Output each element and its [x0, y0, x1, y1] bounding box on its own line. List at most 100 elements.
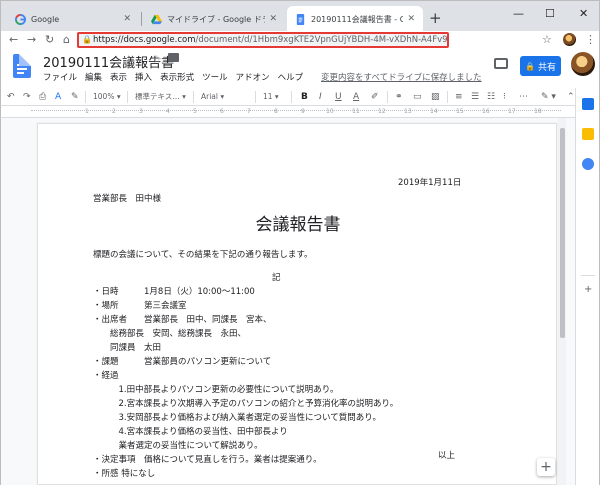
- undo-icon[interactable]: ↶: [7, 88, 15, 106]
- doc-line: 同課員 太田: [93, 343, 162, 353]
- menu-tools[interactable]: ツール: [202, 71, 228, 83]
- comments-icon[interactable]: [494, 58, 508, 69]
- paint-format-icon[interactable]: ✎: [71, 88, 79, 106]
- explore-plus-button[interactable]: +: [537, 458, 555, 476]
- font-select[interactable]: Arial ▾: [201, 90, 224, 104]
- window-close-icon[interactable]: ✕: [579, 7, 588, 20]
- more-icon[interactable]: ⋯: [519, 88, 528, 106]
- highlight-icon[interactable]: ✐: [371, 88, 379, 106]
- comment-add-icon[interactable]: ▭: [413, 88, 422, 106]
- document-workspace: 2019年1月11日 営業部長 田中様 会議報告書 標題の会議について、その結果…: [0, 118, 575, 485]
- lock-icon: 🔒: [82, 35, 92, 44]
- docs-icon: [296, 13, 305, 25]
- tab-google[interactable]: Google ✕: [7, 6, 139, 32]
- ruler-mark: 11: [352, 108, 360, 115]
- tasks-icon[interactable]: [582, 158, 594, 170]
- tab-title: 20190111会議報告書 - Google ド: [311, 14, 404, 24]
- menu-help[interactable]: ヘルプ: [278, 71, 304, 83]
- share-button[interactable]: 🔒 共有: [520, 56, 561, 76]
- ruler-mark: 10: [326, 108, 334, 115]
- menu-addons[interactable]: アドオン: [236, 71, 270, 83]
- docs-logo-icon[interactable]: [13, 54, 31, 78]
- add-addon-icon[interactable]: +: [584, 284, 592, 295]
- redo-icon[interactable]: ↷: [23, 88, 31, 106]
- collapse-icon[interactable]: ⌃: [567, 88, 575, 106]
- ruler-mark: 8: [274, 108, 278, 115]
- document-page[interactable]: 2019年1月11日 営業部長 田中様 会議報告書 標題の会議について、その結果…: [37, 123, 557, 485]
- menu-insert[interactable]: 挿入: [135, 71, 152, 83]
- doc-line: ・所感 特になし: [93, 469, 156, 479]
- menu-view[interactable]: 表示: [110, 71, 127, 83]
- maximize-icon[interactable]: ☐: [545, 7, 555, 20]
- avatar[interactable]: [571, 52, 595, 76]
- zoom-select[interactable]: 100% ▾: [93, 90, 121, 104]
- minimize-icon[interactable]: —: [513, 7, 524, 20]
- menu-format[interactable]: 表示形式: [160, 71, 194, 83]
- drive-icon: [151, 14, 162, 24]
- doc-ki: 記: [272, 273, 281, 283]
- ruler-mark: 16: [482, 108, 490, 115]
- share-label: 共有: [537, 62, 556, 73]
- extension-avatar-icon[interactable]: [563, 33, 576, 46]
- ruler-mark: 12: [378, 108, 386, 115]
- calendar-icon[interactable]: [582, 98, 594, 110]
- back-icon[interactable]: ←: [9, 31, 18, 48]
- font-size-value: 11: [263, 92, 273, 101]
- close-icon[interactable]: ✕: [407, 14, 415, 24]
- ruler-mark: 1: [85, 108, 89, 115]
- menu-file[interactable]: ファイル: [43, 71, 77, 83]
- ruler-mark: 3: [139, 108, 143, 115]
- ruler-mark: 7: [247, 108, 251, 115]
- checklist-icon[interactable]: ☷: [487, 88, 495, 106]
- forward-icon[interactable]: →: [27, 31, 36, 48]
- doc-line: ・決定事項 価格について見直しを行う。業者は提案通り。: [93, 455, 322, 465]
- tab-drive[interactable]: マイドライブ - Google ドライブ ✕: [143, 6, 285, 32]
- line-spacing-icon[interactable]: ☰: [471, 88, 479, 106]
- link-icon[interactable]: ⚭: [395, 88, 403, 106]
- url-host: https://docs.google.com: [93, 35, 196, 45]
- scrollbar-thumb[interactable]: [560, 128, 565, 338]
- new-tab-button[interactable]: +: [429, 9, 442, 27]
- divider: [85, 91, 86, 103]
- keep-icon[interactable]: [582, 128, 594, 140]
- close-icon[interactable]: ✕: [269, 14, 277, 24]
- ruler-mark: 13: [404, 108, 412, 115]
- divider: [255, 91, 256, 103]
- bold-icon[interactable]: B: [301, 92, 308, 102]
- image-icon[interactable]: ▨: [431, 88, 440, 106]
- style-select[interactable]: 標準テキス… ▾: [135, 90, 186, 104]
- doc-intro: 標題の会議について、その結果を下記の通り報告します。: [93, 250, 313, 260]
- spellcheck-icon[interactable]: A: [55, 88, 61, 106]
- reload-icon[interactable]: ↻: [45, 31, 54, 48]
- browser-menu-icon[interactable]: ⋮: [585, 31, 596, 48]
- close-icon[interactable]: ✕: [123, 14, 131, 24]
- italic-icon[interactable]: I: [319, 88, 322, 106]
- print-icon[interactable]: ⎙: [39, 88, 46, 106]
- ruler-mark: 14: [430, 108, 438, 115]
- side-panel: +: [575, 88, 600, 485]
- text-color-icon[interactable]: A: [353, 88, 359, 106]
- ruler[interactable]: 1 2 3 4 5 6 7 8 9 10 11 12 13 14 15 16 1…: [0, 106, 600, 118]
- home-icon[interactable]: ⌂: [63, 31, 70, 48]
- bookmark-star-icon[interactable]: ☆: [542, 31, 552, 48]
- address-bar[interactable]: 🔒 https://docs.google.com/document/d/1Hb…: [77, 32, 449, 48]
- folder-icon[interactable]: [168, 53, 179, 62]
- font-value: Arial: [201, 92, 218, 101]
- google-icon: [15, 13, 26, 25]
- bullet-list-icon[interactable]: ⁝: [503, 88, 506, 106]
- doc-recipient: 営業部長 田中様: [93, 194, 162, 204]
- star-icon[interactable]: ☆: [152, 53, 162, 66]
- editing-mode-icon[interactable]: ✎ ▾: [541, 88, 556, 106]
- divider: [127, 91, 128, 103]
- menu-edit[interactable]: 編集: [85, 71, 102, 83]
- align-left-icon[interactable]: ≡: [455, 88, 463, 106]
- underline-icon[interactable]: U: [335, 88, 342, 106]
- tab-title: マイドライブ - Google ドライブ: [167, 14, 265, 24]
- tab-docs[interactable]: 20190111会議報告書 - Google ド ✕: [287, 6, 423, 32]
- font-size-select[interactable]: 11 ▾: [263, 90, 279, 104]
- tab-strip: Google ✕ マイドライブ - Google ドライブ ✕ 20190111…: [0, 0, 600, 32]
- menu-bar: ファイル 編集 表示 挿入 表示形式 ツール アドオン ヘルプ: [43, 71, 303, 83]
- doc-date: 2019年1月11日: [398, 178, 462, 188]
- save-status-link[interactable]: 変更内容をすべてドライブに保存しました: [321, 71, 482, 83]
- divider: [581, 275, 595, 276]
